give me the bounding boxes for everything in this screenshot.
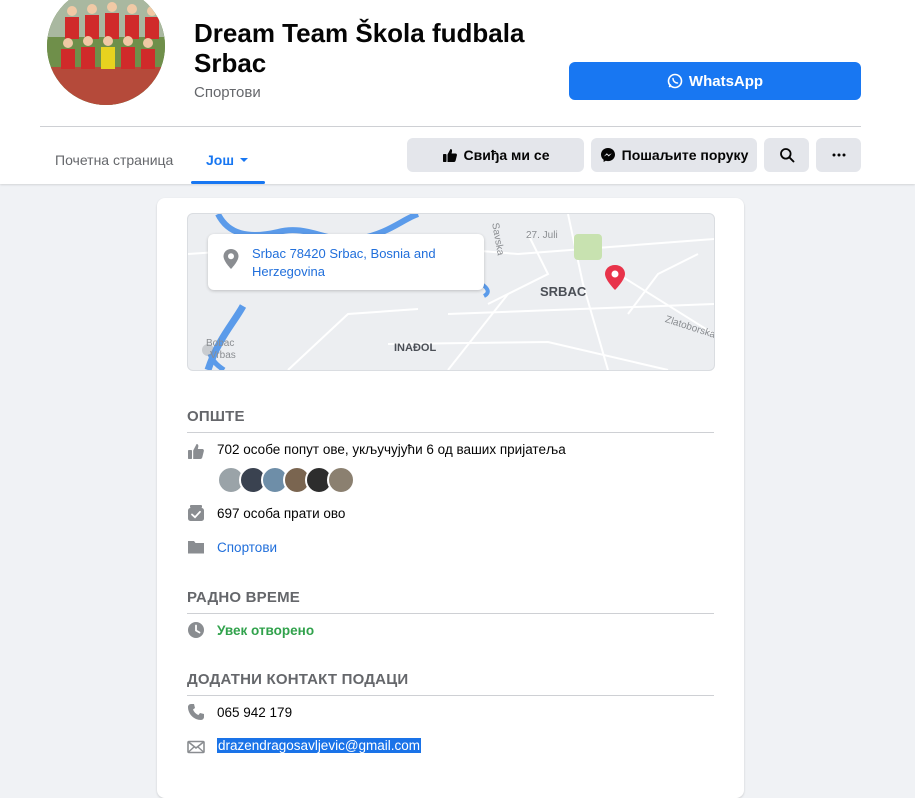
- send-message-button[interactable]: Пошаљите поруку: [591, 138, 757, 172]
- thumbs-up-icon: [442, 149, 457, 162]
- page-title: Dream Team Škola fudbala Srbac: [194, 18, 525, 78]
- friend-avatars: [217, 466, 355, 494]
- tab-home[interactable]: Почетна страница: [55, 138, 173, 182]
- map-label-jul: 27. Juli: [526, 230, 558, 241]
- general-divider: [187, 432, 714, 433]
- page-header: Dream Team Škola fudbala Srbac Спортови …: [0, 0, 915, 184]
- messenger-icon: [600, 148, 615, 162]
- map-label-vrbas: Vrbas: [210, 350, 236, 361]
- tab-home-label: Почетна страница: [55, 152, 174, 168]
- followers-count-text: 697 особа прати ово: [217, 506, 346, 521]
- caret-down-icon: [240, 158, 248, 162]
- map-label-bobac: Bobac: [206, 338, 235, 349]
- tab-more[interactable]: Још: [191, 138, 265, 184]
- location-pin-icon: [223, 249, 239, 269]
- page-avatar[interactable]: [44, 0, 168, 108]
- map-pin-icon: [605, 265, 625, 290]
- phone-number[interactable]: 065 942 179: [217, 705, 292, 720]
- more-dots-icon: [832, 153, 845, 157]
- hours-divider: [187, 613, 714, 614]
- tab-active-indicator: [191, 181, 265, 184]
- follow-checkbox-icon: [188, 505, 204, 521]
- search-button[interactable]: [764, 138, 809, 172]
- header-divider: [40, 126, 861, 127]
- hours-status: Увек отворено: [217, 623, 315, 638]
- like-button-label: Свиђа ми се: [463, 147, 550, 163]
- likes-count-text: 702 особе попут ове, укључујући 6 од ваш…: [217, 442, 566, 457]
- like-button[interactable]: Свиђа ми се: [407, 138, 584, 172]
- address-link[interactable]: Srbac 78420 Srbac, Bosnia and Herzegovin…: [252, 245, 462, 281]
- whatsapp-icon: [667, 73, 683, 89]
- phone-icon: [188, 704, 204, 720]
- address-box[interactable]: Srbac 78420 Srbac, Bosnia and Herzegovin…: [208, 234, 484, 290]
- tab-more-label: Још: [205, 152, 234, 168]
- category-link[interactable]: Спортови: [217, 540, 277, 555]
- contact-divider: [187, 695, 714, 696]
- map-label-srbac: SRBAC: [540, 284, 587, 299]
- whatsapp-label: WhatsApp: [688, 72, 764, 90]
- location-map[interactable]: SRBAC INAĐOL 27. Juli Savska Zlatoborska…: [187, 213, 715, 371]
- email-envelope-icon: [187, 740, 205, 754]
- thumbs-up-icon: [188, 444, 204, 459]
- clock-icon: [188, 622, 204, 638]
- team-photo-icon: [47, 0, 165, 105]
- send-message-label: Пошаљите поруку: [621, 147, 749, 163]
- page-category[interactable]: Спортови: [194, 84, 261, 101]
- more-options-button[interactable]: [816, 138, 861, 172]
- hours-section-title: РАДНО ВРЕМЕ: [187, 589, 300, 606]
- email-address[interactable]: drazendragosavljevic@gmail.com: [217, 738, 422, 753]
- map-label-inadol: INAĐOL: [394, 342, 437, 354]
- whatsapp-button[interactable]: WhatsApp: [569, 62, 861, 100]
- search-icon: [779, 148, 794, 163]
- about-card: SRBAC INAĐOL 27. Juli Savska Zlatoborska…: [157, 198, 744, 798]
- general-section-title: ОПШТЕ: [187, 408, 245, 425]
- contact-section-title: ДОДАТНИ КОНТАКТ ПОДАЦИ: [187, 671, 409, 688]
- friend-avatar[interactable]: [327, 466, 355, 494]
- category-folder-icon: [188, 541, 204, 554]
- email-link[interactable]: drazendragosavljevic@gmail.com: [217, 738, 422, 753]
